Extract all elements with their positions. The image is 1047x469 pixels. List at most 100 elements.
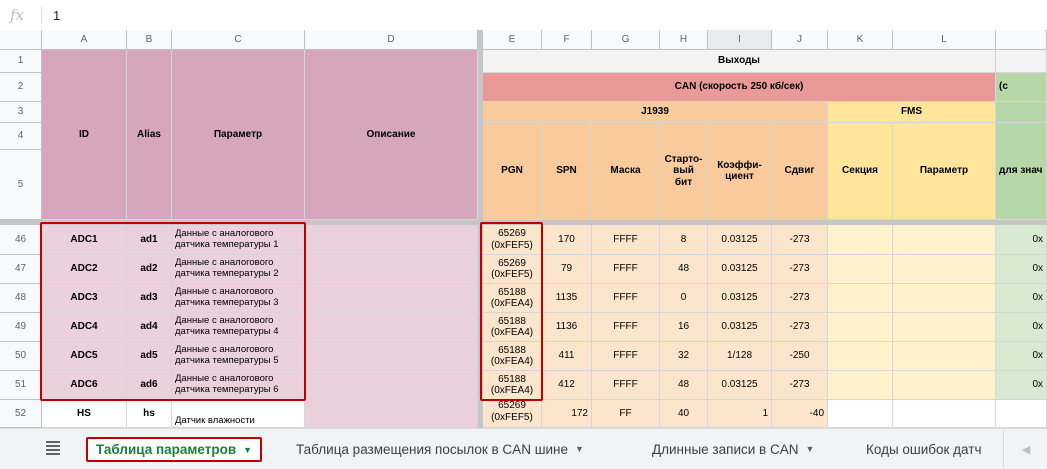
cell-fms-parameter[interactable]: [893, 313, 996, 342]
header-fms[interactable]: FMS: [828, 102, 996, 123]
cell-description[interactable]: [305, 313, 478, 342]
cell-parameter[interactable]: Данные с аналогового датчика температуры…: [172, 284, 305, 313]
cell-start-bit[interactable]: 16: [660, 313, 708, 342]
column-header-l[interactable]: L: [893, 30, 996, 50]
cell-start-bit[interactable]: 0: [660, 284, 708, 313]
column-header-m[interactable]: [996, 30, 1047, 50]
cell-parameter[interactable]: Датчик влажности: [172, 400, 305, 428]
cell-section[interactable]: [828, 400, 893, 428]
header-section[interactable]: Секция: [828, 123, 893, 220]
header-mask[interactable]: Маска: [592, 123, 660, 220]
cell-alias[interactable]: ad4: [127, 313, 172, 342]
cell-mask[interactable]: FFFF: [592, 255, 660, 284]
header-id[interactable]: ID: [42, 50, 127, 220]
cell-alias[interactable]: ad6: [127, 371, 172, 400]
header-outputs[interactable]: Выходы: [483, 50, 996, 73]
cell-shift[interactable]: -250: [772, 342, 828, 371]
cell-parameter[interactable]: Данные с аналогового датчика температуры…: [172, 225, 305, 255]
header-pgn[interactable]: PGN: [483, 123, 542, 220]
cell-alias[interactable]: hs: [127, 400, 172, 428]
cell-coefficient[interactable]: 0.03125: [708, 371, 772, 400]
cell-alias[interactable]: ad2: [127, 255, 172, 284]
header-spn[interactable]: SPN: [542, 123, 592, 220]
cell-id[interactable]: ADC3: [42, 284, 127, 313]
column-header-j[interactable]: J: [772, 30, 828, 50]
cell-green-value[interactable]: [996, 400, 1047, 428]
cell-green-value[interactable]: 0x: [996, 313, 1047, 342]
cell-spn[interactable]: 79: [542, 255, 592, 284]
scroll-tabs-left-icon[interactable]: ◀: [1003, 429, 1047, 469]
cell-fms-parameter[interactable]: [893, 284, 996, 313]
cell-shift[interactable]: -273: [772, 225, 828, 255]
tab-long-records[interactable]: Длинные записи в CAN ▼: [652, 429, 814, 469]
cell-pgn[interactable]: 65188 (0xFEA4): [483, 284, 542, 313]
cell-shift[interactable]: -273: [772, 313, 828, 342]
header-start-bit[interactable]: Старто- вый бит: [660, 123, 708, 220]
cell-fms-parameter[interactable]: [893, 225, 996, 255]
cell-coefficient[interactable]: 0.03125: [708, 225, 772, 255]
formula-input[interactable]: 1: [53, 8, 60, 23]
cell-pgn[interactable]: 65188 (0xFEA4): [483, 313, 542, 342]
cell-coefficient[interactable]: 0.03125: [708, 313, 772, 342]
row-header[interactable]: 48: [0, 284, 42, 313]
cell-id[interactable]: ADC5: [42, 342, 127, 371]
row-header-5[interactable]: 5: [0, 150, 42, 220]
cell-shift[interactable]: -273: [772, 371, 828, 400]
cell-section[interactable]: [828, 225, 893, 255]
header-parameter[interactable]: Параметр: [172, 50, 305, 220]
cell-green-value[interactable]: 0x: [996, 371, 1047, 400]
header-green-group[interactable]: (с: [996, 73, 1047, 102]
cell-spn[interactable]: 170: [542, 225, 592, 255]
row-header[interactable]: 46: [0, 225, 42, 255]
cell-shift[interactable]: -273: [772, 284, 828, 313]
column-header-f[interactable]: F: [542, 30, 592, 50]
cell-alias[interactable]: ad3: [127, 284, 172, 313]
cell-description[interactable]: [305, 400, 478, 428]
cell-pgn[interactable]: 65188 (0xFEA4): [483, 371, 542, 400]
row-header-1[interactable]: 1: [0, 50, 42, 73]
cell-start-bit[interactable]: 8: [660, 225, 708, 255]
cell-description[interactable]: [305, 371, 478, 400]
cell-alias[interactable]: ad5: [127, 342, 172, 371]
row-header[interactable]: 51: [0, 371, 42, 400]
column-header-e[interactable]: E: [483, 30, 542, 50]
cell-section[interactable]: [828, 255, 893, 284]
cell-spn[interactable]: 412: [542, 371, 592, 400]
cell-section[interactable]: [828, 342, 893, 371]
cell-mask[interactable]: FFFF: [592, 313, 660, 342]
cell-id[interactable]: HS: [42, 400, 127, 428]
cell-green-value[interactable]: 0x: [996, 225, 1047, 255]
column-header-h[interactable]: H: [660, 30, 708, 50]
cell-description[interactable]: [305, 225, 478, 255]
column-header-k[interactable]: K: [828, 30, 893, 50]
cell-pgn[interactable]: 65269 (0xFEF5): [483, 255, 542, 284]
dropdown-arrow-icon[interactable]: ▼: [575, 444, 584, 454]
row-header[interactable]: 52: [0, 400, 42, 428]
cell-description[interactable]: [305, 255, 478, 284]
header-green-sub[interactable]: [996, 102, 1047, 123]
column-header-d[interactable]: D: [305, 30, 478, 50]
cell-fms-parameter[interactable]: [893, 255, 996, 284]
cell-mask[interactable]: FFFF: [592, 371, 660, 400]
cell-mask[interactable]: FFFF: [592, 225, 660, 255]
cell-fms-parameter[interactable]: [893, 342, 996, 371]
tab-sensor-error-codes[interactable]: Коды ошибок датч: [866, 429, 982, 469]
column-header-a[interactable]: A: [42, 30, 127, 50]
cell-parameter[interactable]: Данные с аналогового датчика температуры…: [172, 342, 305, 371]
header-can-speed[interactable]: CAN (скорость 250 кб/сек): [483, 73, 996, 102]
cell-parameter[interactable]: Данные с аналогового датчика температуры…: [172, 313, 305, 342]
column-header-c[interactable]: C: [172, 30, 305, 50]
row-header-4[interactable]: 4: [0, 123, 42, 150]
cell-spn[interactable]: 1135: [542, 284, 592, 313]
dropdown-arrow-icon[interactable]: ▼: [243, 445, 252, 455]
cell-start-bit[interactable]: 40: [660, 400, 708, 428]
cell-pgn[interactable]: 65269 (0xFEF5): [483, 400, 542, 428]
cell-pgn[interactable]: 65188 (0xFEA4): [483, 342, 542, 371]
cell-id[interactable]: ADC6: [42, 371, 127, 400]
header-fms-parameter[interactable]: Параметр: [893, 123, 996, 220]
cell-spn[interactable]: 411: [542, 342, 592, 371]
header-shift[interactable]: Сдвиг: [772, 123, 828, 220]
header-outputs-cont[interactable]: [996, 50, 1047, 73]
row-header[interactable]: 47: [0, 255, 42, 284]
cell-id[interactable]: ADC2: [42, 255, 127, 284]
